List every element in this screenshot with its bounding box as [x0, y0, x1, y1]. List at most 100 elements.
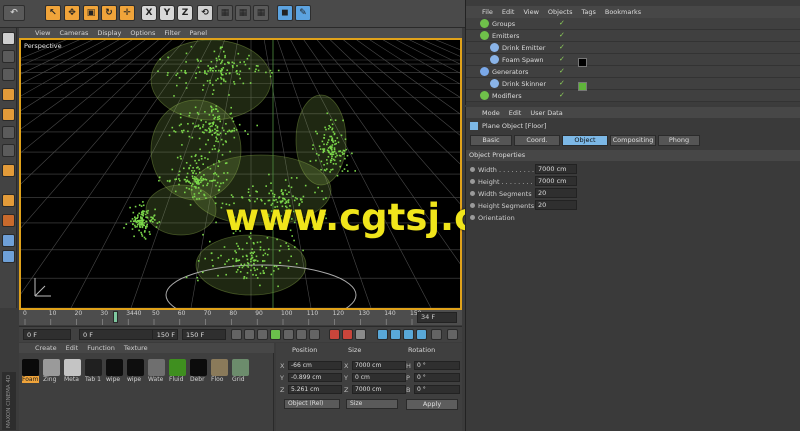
tab-object[interactable]: Object: [562, 135, 608, 146]
axis-mode-icon[interactable]: [2, 164, 15, 177]
visibility-check-icon[interactable]: ✓: [559, 55, 577, 64]
viewport-menu-filter[interactable]: Filter: [164, 29, 180, 37]
tweak-mode-icon[interactable]: [2, 194, 15, 207]
planar-workplane-icon[interactable]: [2, 250, 15, 263]
attribute-menu-userdata[interactable]: User Data: [530, 109, 562, 117]
position-field[interactable]: -66 cm: [288, 361, 342, 370]
points-mode-icon[interactable]: [2, 108, 15, 121]
visibility-check-icon[interactable]: ✓: [559, 31, 577, 40]
material-swatch[interactable]: Fluid: [169, 359, 186, 383]
attribute-menu-edit[interactable]: Edit: [509, 109, 522, 117]
property-field[interactable]: 7000 cm: [535, 164, 577, 174]
rotate-icon[interactable]: ↻: [101, 5, 117, 21]
timeline-ruler[interactable]: 0 10 20 30 3440 50 60 70 80 90 100 110 120 130 140 150 …: [19, 310, 462, 325]
object-row[interactable]: Emitters ✓: [466, 30, 800, 42]
edges-mode-icon[interactable]: [2, 126, 15, 139]
fluid-material-tag-icon[interactable]: [578, 82, 587, 91]
rotation-field[interactable]: 0 °: [414, 373, 460, 382]
x-axis-lock-button[interactable]: X: [141, 5, 157, 21]
material-swatch[interactable]: wipe: [106, 359, 123, 383]
visibility-check-icon[interactable]: ✓: [559, 91, 577, 100]
live-selection-icon[interactable]: ↖: [45, 5, 61, 21]
object-row[interactable]: Drink Emitter ✓: [466, 42, 800, 54]
animate-dot-icon[interactable]: [470, 203, 475, 208]
previous-key-icon[interactable]: [244, 329, 255, 340]
scale-icon[interactable]: ▣: [83, 5, 99, 21]
undo-icon[interactable]: ↶: [3, 5, 25, 21]
position-key-icon[interactable]: [377, 329, 388, 340]
apply-button[interactable]: Apply: [406, 399, 458, 410]
material-swatch[interactable]: Zing: [43, 359, 60, 383]
end-frame-field[interactable]: 150 F: [182, 329, 226, 340]
tab-coord[interactable]: Coord.: [514, 135, 560, 146]
viewport-menu-panel[interactable]: Panel: [190, 29, 208, 37]
next-frame-icon[interactable]: [283, 329, 294, 340]
previous-frame-icon[interactable]: [257, 329, 268, 340]
attribute-menu-mode[interactable]: Mode: [482, 109, 500, 117]
coordinate-system-icon[interactable]: ⟲: [197, 5, 213, 21]
object-menu-tags[interactable]: Tags: [581, 8, 595, 16]
animate-dot-icon[interactable]: [470, 167, 475, 172]
scale-key-icon[interactable]: [390, 329, 401, 340]
point-level-key-icon[interactable]: [431, 329, 442, 340]
start-frame-field[interactable]: 0 F: [23, 329, 71, 340]
material-swatch[interactable]: Meta: [64, 359, 81, 383]
recent-tool-icon[interactable]: ✛: [119, 5, 135, 21]
size-mode-dropdown[interactable]: Size: [346, 399, 398, 409]
go-to-start-icon[interactable]: [231, 329, 242, 340]
parameter-key-icon[interactable]: [416, 329, 427, 340]
visibility-check-icon[interactable]: ✓: [559, 79, 577, 88]
material-swatch[interactable]: Tab 1: [85, 359, 102, 383]
material-swatch[interactable]: Wate: [148, 359, 165, 383]
material-menu-edit[interactable]: Edit: [66, 344, 79, 352]
autokey-icon[interactable]: [342, 329, 353, 340]
object-row[interactable]: Generators ✓: [466, 66, 800, 78]
snap-icon[interactable]: [2, 214, 15, 227]
record-icon[interactable]: [329, 329, 340, 340]
polygons-mode-icon[interactable]: [2, 144, 15, 157]
object-row[interactable]: Drink Skinner ✓: [466, 78, 800, 90]
viewport-canvas[interactable]: Perspective: [19, 38, 462, 310]
size-field[interactable]: 0 cm: [352, 373, 406, 382]
visibility-check-icon[interactable]: ✓: [559, 67, 577, 76]
next-key-icon[interactable]: [296, 329, 307, 340]
visibility-check-icon[interactable]: ✓: [559, 19, 577, 28]
play-icon[interactable]: [270, 329, 281, 340]
y-axis-lock-button[interactable]: Y: [159, 5, 175, 21]
make-editable-icon[interactable]: [2, 32, 15, 45]
go-to-end-icon[interactable]: [309, 329, 320, 340]
tab-phong[interactable]: Phong: [658, 135, 700, 146]
render-view-icon[interactable]: ▦: [217, 5, 233, 21]
material-menu-texture[interactable]: Texture: [124, 344, 148, 352]
viewport-menu-display[interactable]: Display: [97, 29, 121, 37]
rotation-field[interactable]: 0 °: [414, 361, 460, 370]
material-swatch[interactable]: wipe: [127, 359, 144, 383]
timeline-playhead[interactable]: [113, 311, 119, 323]
material-swatch[interactable]: Debr: [190, 359, 207, 383]
viewport-menu-options[interactable]: Options: [130, 29, 155, 37]
render-settings-icon[interactable]: ▦: [253, 5, 269, 21]
size-field[interactable]: 7000 cm: [352, 361, 406, 370]
move-icon[interactable]: ✥: [64, 5, 80, 21]
texture-mode-icon[interactable]: [2, 68, 15, 81]
workplane-lock-icon[interactable]: [2, 234, 15, 247]
material-menu-create[interactable]: Create: [35, 344, 57, 352]
workplane-icon[interactable]: [2, 88, 15, 101]
rotation-field[interactable]: 0 °: [414, 385, 460, 394]
object-menu-view[interactable]: View: [523, 8, 538, 16]
animate-dot-icon[interactable]: [470, 215, 475, 220]
animate-dot-icon[interactable]: [470, 179, 475, 184]
object-menu-edit[interactable]: Edit: [502, 8, 515, 16]
object-menu-bookmarks[interactable]: Bookmarks: [605, 8, 641, 16]
property-field[interactable]: 20: [535, 188, 577, 198]
key-selection-icon[interactable]: [355, 329, 366, 340]
material-swatch[interactable]: Floo: [211, 359, 228, 383]
spline-pen-icon[interactable]: ✎: [295, 5, 311, 21]
cube-icon[interactable]: ◼: [277, 5, 293, 21]
tab-compositing[interactable]: Compositing: [610, 135, 656, 146]
object-row[interactable]: Foam Spawn ✓: [466, 54, 800, 66]
position-field[interactable]: -0.899 cm: [288, 373, 342, 382]
viewport-menu-view[interactable]: View: [35, 29, 50, 37]
material-swatch[interactable]: Foam: [22, 359, 39, 383]
object-menu-objects[interactable]: Objects: [548, 8, 573, 16]
